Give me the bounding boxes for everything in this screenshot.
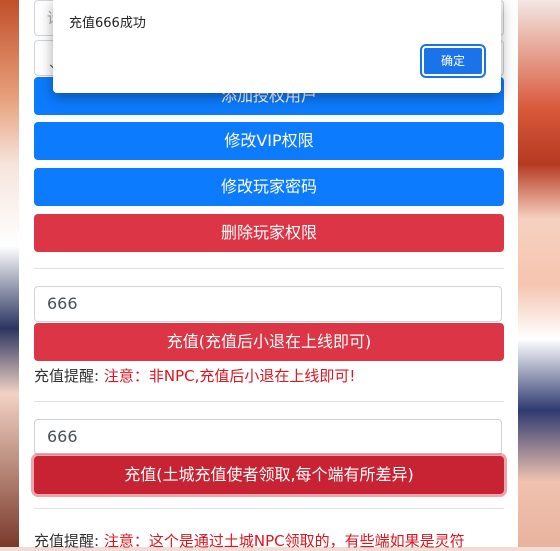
- dialog-message: 充值666成功: [69, 16, 146, 31]
- modify-password-button[interactable]: 修改玩家密码: [34, 168, 504, 206]
- note-label: 充值提醒:: [34, 532, 100, 550]
- divider: [34, 508, 504, 509]
- divider: [34, 268, 504, 269]
- alert-dialog: 充值666成功 确定: [53, 0, 501, 93]
- recharge-amount-input[interactable]: 666: [34, 286, 502, 322]
- note-warning: 注意：这个是通过土城NPC领取的，有些端如果是灵符: [103, 532, 465, 550]
- npc-recharge-amount-input[interactable]: 666: [34, 419, 502, 455]
- modify-vip-button[interactable]: 修改VIP权限: [34, 122, 504, 160]
- note-label: 充值提醒:: [34, 367, 100, 385]
- divider: [34, 401, 504, 402]
- delete-auth-button[interactable]: 删除玩家权限: [34, 214, 504, 252]
- recharge-note: 充值提醒: 注意：非NPC,充值后小退在上线即可!: [34, 365, 355, 386]
- recharge-button[interactable]: 充值(充值后小退在上线即可): [34, 323, 504, 361]
- background-art-right: [516, 0, 560, 547]
- npc-recharge-note: 充值提醒: 注意：这个是通过土城NPC领取的，有些端如果是灵符: [34, 530, 465, 551]
- dialog-ok-button[interactable]: 确定: [420, 44, 486, 78]
- npc-recharge-button[interactable]: 充值(土城充值使者领取,每个端有所差异): [34, 456, 504, 494]
- note-warning: 注意：非NPC,充值后小退在上线即可!: [103, 367, 356, 385]
